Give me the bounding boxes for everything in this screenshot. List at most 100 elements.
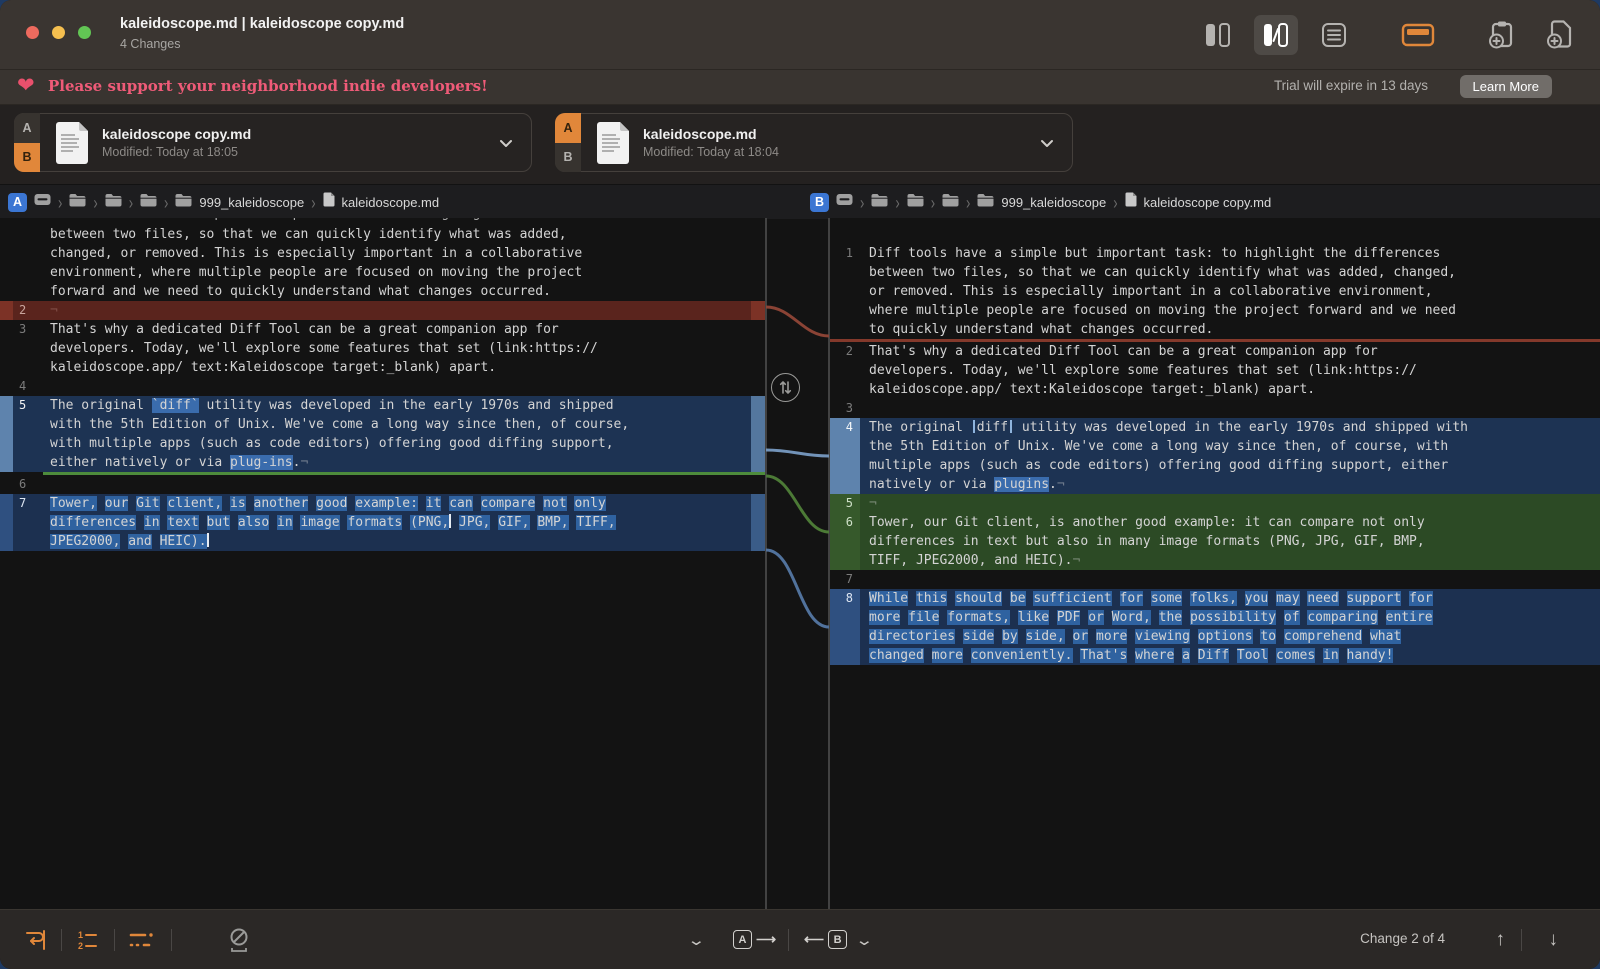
line-number [830, 282, 860, 301]
breadcrumb-item[interactable] [836, 193, 853, 211]
breadcrumb-item[interactable] [105, 193, 122, 212]
unified-view-icon[interactable] [1312, 15, 1356, 55]
code-line [43, 377, 50, 396]
breadcrumb-item[interactable]: kaleidoscope copy.md [1125, 192, 1272, 212]
diff-block: 4 [0, 377, 765, 396]
diff-block: 1Diff tools have a simple but important … [830, 244, 1600, 339]
two-pane-view-icon[interactable] [1196, 15, 1240, 55]
line-number: 6 [830, 513, 860, 532]
gutter-strip [0, 358, 13, 377]
line-number: 5 [830, 494, 860, 513]
breadcrumb-a: A››››999_kaleidoscope›kaleidoscope.md [8, 192, 439, 212]
text-caret [207, 533, 209, 547]
code-line: between two files, so that we can quickl… [860, 263, 1456, 282]
merge-right-menu[interactable]: ⌄ [858, 910, 871, 969]
code-line: developers. Today, we'll explore some fe… [43, 339, 598, 358]
gutter-strip [0, 301, 13, 320]
code-line: kaleidoscope.app/ text:Kaleidoscope targ… [43, 358, 496, 377]
next-change-button[interactable]: ↓ [1549, 910, 1559, 969]
code-line: natively or via plugins.¬ [860, 475, 1065, 494]
diff-block: 5¬ [830, 494, 1600, 513]
merge-a-to-b-button[interactable]: A⟶ [733, 910, 776, 969]
zoom-button[interactable] [78, 26, 91, 39]
change-markers-icon[interactable] [128, 927, 158, 953]
gutter-strip [0, 320, 13, 339]
code-line: directories side by side, or more viewin… [860, 627, 1401, 646]
diff-block: 6 [0, 475, 765, 494]
text-caret [449, 514, 451, 528]
breadcrumb-b: B››››999_kaleidoscope›kaleidoscope copy.… [810, 192, 1271, 212]
breadcrumb-item[interactable]: kaleidoscope.md [323, 192, 440, 212]
fluid-view-icon[interactable] [1254, 15, 1298, 55]
line-number: 7 [13, 494, 43, 513]
minimize-button[interactable] [52, 26, 65, 39]
gutter-strip [0, 377, 13, 396]
breadcrumb-bar: A››››999_kaleidoscope›kaleidoscope.md B›… [0, 184, 1600, 219]
code-line: TIFF, JPEG2000, and HEIC).¬ [860, 551, 1080, 570]
chevron-down-icon[interactable] [497, 134, 515, 152]
file-name: kaleidoscope copy.md [102, 126, 251, 142]
breadcrumb-item[interactable] [69, 193, 86, 212]
ab-badges-right: A B [555, 113, 581, 172]
breadcrumb-label: 999_kaleidoscope [199, 195, 304, 210]
kaleidoscope-window: kaleidoscope.md | kaleidoscope copy.md 4… [0, 0, 1600, 969]
breadcrumb-item[interactable] [871, 193, 888, 212]
file-selector-right[interactable]: A B kaleidoscope.md Modified: Today at 1… [555, 113, 1073, 172]
gutter-strip [0, 263, 13, 282]
line-number [830, 361, 860, 380]
text-scope-icon[interactable] [1396, 15, 1440, 55]
add-from-clipboard-icon[interactable] [1480, 15, 1524, 55]
code-line: ¬ [43, 301, 58, 320]
wrap-lines-icon[interactable] [22, 927, 48, 953]
diff-pane-a[interactable]: Diff tools have a simple but important t… [0, 218, 765, 910]
file-selector-left[interactable]: A B kaleidoscope copy.md Modified: Today… [14, 113, 532, 172]
line-numbers-icon[interactable]: 12 [75, 927, 101, 953]
line-number [13, 225, 43, 244]
line-number [13, 434, 43, 453]
learn-more-button[interactable]: Learn More [1460, 75, 1552, 98]
breadcrumb-item[interactable]: 999_kaleidoscope [977, 193, 1106, 212]
file-modified: Modified: Today at 18:05 [102, 145, 251, 159]
diff-block: 7Tower, our Git client, is another good … [0, 494, 765, 551]
breadcrumb-item[interactable] [140, 193, 157, 212]
folder-icon [871, 193, 888, 212]
merge-b-to-a-button[interactable]: ⟵B [804, 910, 847, 969]
merge-left-menu[interactable]: ⌄ [690, 910, 703, 969]
breadcrumb-label: 999_kaleidoscope [1001, 195, 1106, 210]
change-connectors [766, 218, 829, 910]
diff-block: Diff tools have a simple but important t… [0, 218, 765, 225]
line-number [830, 301, 860, 320]
breadcrumb-label: kaleidoscope.md [342, 195, 440, 210]
line-number [13, 415, 43, 434]
code-line: Diff tools have a simple but important t… [860, 244, 1440, 263]
line-number [830, 437, 860, 456]
chevron-down-icon[interactable] [1038, 134, 1056, 152]
diff-pane-b[interactable]: 1Diff tools have a simple but important … [830, 218, 1600, 910]
drive-icon [836, 193, 853, 211]
previous-change-button[interactable]: ↑ [1496, 910, 1506, 969]
line-number [830, 475, 860, 494]
diff-block: between two files, so that we can quickl… [0, 225, 765, 301]
ignore-whitespace-icon[interactable] [226, 926, 252, 954]
badge-b: B [555, 143, 581, 173]
breadcrumb-item[interactable] [34, 193, 51, 211]
breadcrumb-item[interactable] [942, 193, 959, 212]
bottom-bar: 12 ⌄ A⟶ ⟵B ⌄ Change 2 of 4 ↑ ↓ [0, 909, 1600, 969]
trial-expiry-text: Trial will expire in 13 days [1274, 78, 1428, 93]
badge-a: A [555, 113, 581, 143]
code-line: JPEG2000, and HEIC). [43, 532, 209, 551]
pane-badge-b: B [810, 193, 829, 212]
code-line: The original diff utility was developed … [860, 418, 1468, 437]
code-line: to quickly understand what changes occur… [860, 320, 1213, 339]
line-number [830, 263, 860, 282]
line-number [830, 608, 860, 627]
breadcrumb-item[interactable]: 999_kaleidoscope [175, 193, 304, 212]
close-button[interactable] [26, 26, 39, 39]
line-number [13, 453, 43, 472]
add-file-icon[interactable] [1538, 15, 1582, 55]
breadcrumb-item[interactable] [907, 193, 924, 212]
diff-block: 2¬ [0, 301, 765, 320]
gutter-strip [0, 453, 13, 472]
chevron-separator-icon: › [129, 192, 133, 213]
line-number [830, 551, 860, 570]
